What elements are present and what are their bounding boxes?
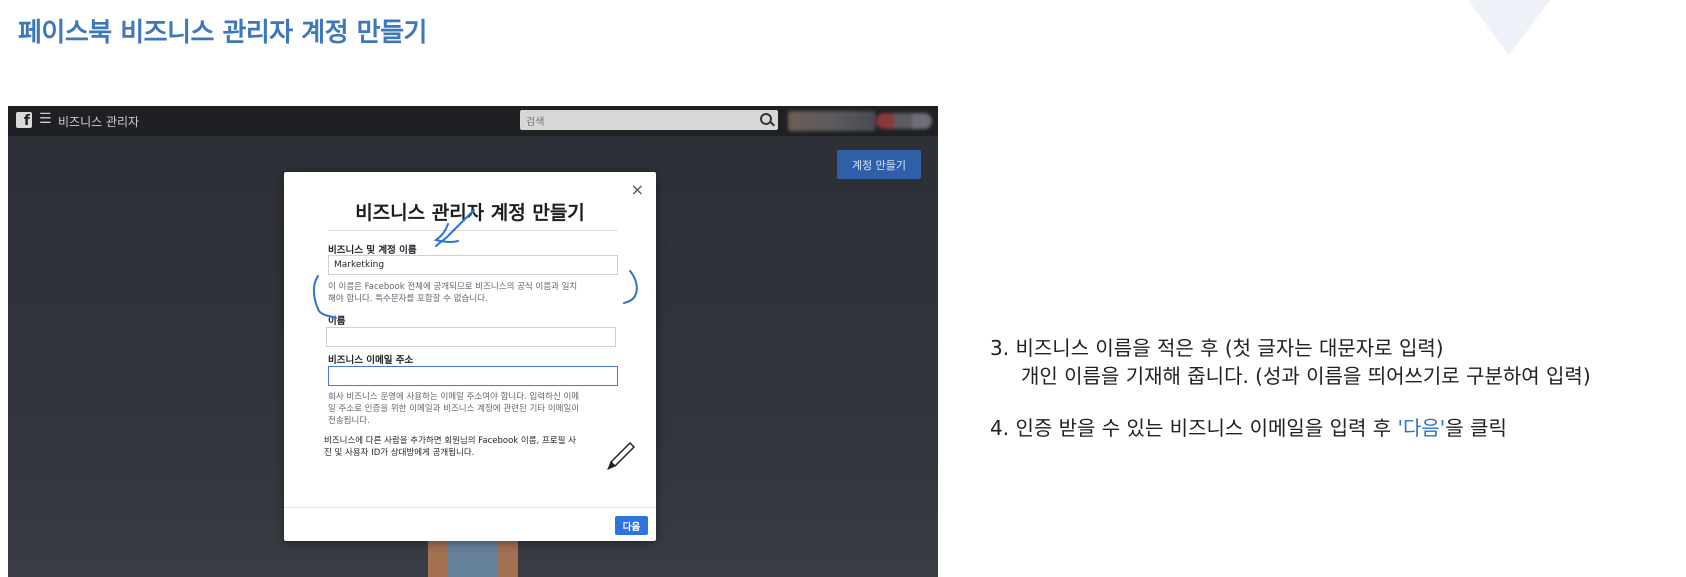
email-help-line-3: 전송됩니다.	[328, 416, 370, 426]
search-input[interactable]	[520, 112, 752, 133]
create-account-modal: × 비즈니스 관리자 계정 만들기 비즈니스 및 계정 이름 이 이름은 Fac…	[284, 172, 656, 541]
business-email-input[interactable]	[328, 366, 618, 386]
business-name-help-line-1: 이 이름은 Facebook 전체에 공개되므로 비즈니스의 공식 이름과 일치	[328, 282, 578, 292]
business-email-label: 비즈니스 이메일 주소	[328, 355, 414, 366]
step4-line: 4. 인증 받을 수 있는 비즈니스 이메일을 입력 후 '다음'을 클릭	[990, 414, 1591, 442]
facebook-logo-icon[interactable]: f	[16, 112, 32, 129]
create-account-button[interactable]: 계정 만들기	[837, 150, 921, 179]
step4-highlight: '다음'	[1397, 416, 1446, 440]
business-name-input[interactable]	[328, 255, 618, 275]
search-icon[interactable]	[760, 113, 772, 125]
search-box	[520, 110, 778, 133]
step4-prefix: 4. 인증 받을 수 있는 비즈니스 이메일을 입력 후	[990, 416, 1398, 440]
next-button[interactable]: 다음	[615, 516, 648, 535]
step4-suffix: 을 클릭	[1445, 416, 1507, 440]
instructions: 3. 비즈니스 이름을 적은 후 (첫 글자는 대문자로 입력) 개인 이름을 …	[990, 334, 1591, 442]
divider	[328, 230, 618, 231]
modal-title: 비즈니스 관리자 계정 만들기	[355, 202, 585, 224]
blurred-profile[interactable]	[788, 111, 876, 131]
facebook-top-bar: f ☰ 비즈니스 관리자	[8, 106, 938, 136]
business-name-help-line-2: 해야 합니다. 특수문자를 포함할 수 없습니다.	[328, 294, 488, 304]
blurred-header-icons[interactable]	[876, 113, 932, 129]
app-name[interactable]: 비즈니스 관리자	[58, 113, 139, 130]
facebook-screenshot: f ☰ 비즈니스 관리자 계정 만들기 × 비즈니스 관리자 계정 만들기 비즈…	[8, 106, 938, 577]
privacy-note-line-1: 비즈니스에 다른 사람을 추가하면 회원님의 Facebook 이름, 프로필 …	[324, 436, 576, 446]
footer-divider	[284, 507, 656, 508]
name-label: 이름	[328, 316, 346, 327]
name-input[interactable]	[326, 327, 616, 347]
business-name-label: 비즈니스 및 계정 이름	[328, 245, 417, 256]
slide-title: 페이스북 비즈니스 관리자 계정 만들기	[18, 18, 427, 48]
close-icon[interactable]: ×	[631, 180, 644, 199]
email-help-line-2: 일 주소로 인증을 위한 이메일과 비즈니스 계정에 관련된 기타 이메일이	[328, 404, 580, 414]
step3-line-2: 개인 이름을 기재해 줍니다. (성과 이름을 띄어쓰기로 구분하여 입력)	[1021, 364, 1591, 388]
step3-line-1: 3. 비즈니스 이름을 적은 후 (첫 글자는 대문자로 입력)	[990, 336, 1444, 360]
corner-decoration	[1468, 0, 1550, 55]
email-help-line-1: 회사 비즈니스 운영에 사용하는 이메일 주소여야 합니다. 입력하신 이메	[328, 392, 580, 402]
privacy-note-line-2: 진 및 사용자 ID가 상대방에게 공개됩니다.	[324, 448, 475, 458]
hamburger-menu-icon[interactable]: ☰	[39, 111, 52, 127]
